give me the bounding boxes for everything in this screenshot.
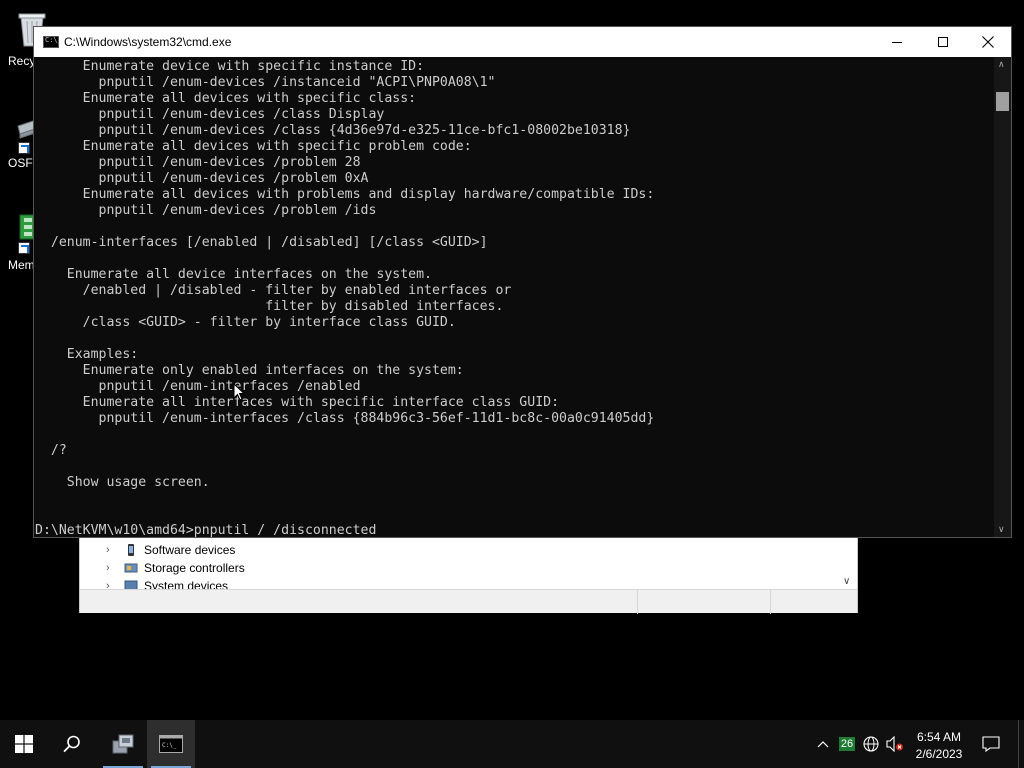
console-text: Enumerate device with specific instance … bbox=[35, 59, 655, 537]
show-hidden-icons-button[interactable] bbox=[812, 720, 834, 768]
search-icon bbox=[63, 735, 80, 753]
windows-logo-icon bbox=[15, 735, 33, 753]
desktop-icon-label: Mem bbox=[8, 258, 35, 272]
speaker-muted-icon bbox=[886, 736, 903, 752]
close-button[interactable] bbox=[965, 27, 1011, 57]
action-center-button[interactable] bbox=[976, 720, 1006, 768]
chevron-up-icon bbox=[817, 741, 829, 748]
tree-item-software-devices[interactable]: › Software devices bbox=[106, 541, 235, 559]
statusbar-divider bbox=[770, 590, 771, 614]
device-manager-window[interactable]: › Software devices › Storage controllers… bbox=[79, 536, 858, 614]
device-tree-scrollbar[interactable]: ∨ bbox=[840, 537, 857, 589]
tree-item-label: Storage controllers bbox=[144, 561, 245, 575]
cmd-window-title: C:\Windows\system32\cmd.exe bbox=[64, 35, 232, 49]
close-icon bbox=[982, 36, 994, 48]
tray-badge-value: 26 bbox=[838, 737, 856, 751]
cmd-window[interactable]: C:\_ C:\Windows\system32\cmd.exe Enumera… bbox=[33, 26, 1012, 538]
clock-date: 2/6/2023 bbox=[915, 747, 963, 761]
svg-text:C:\_: C:\_ bbox=[162, 742, 177, 749]
tree-item-storage-controllers[interactable]: › Storage controllers bbox=[106, 559, 245, 577]
network-tray-button[interactable] bbox=[861, 720, 881, 768]
expand-chevron-icon[interactable]: › bbox=[106, 562, 118, 574]
taskbar-clock[interactable]: 6:54 AM 2/6/2023 bbox=[908, 729, 970, 763]
taskbar-cmd[interactable]: C:\_ bbox=[147, 720, 195, 768]
globe-icon bbox=[863, 736, 879, 752]
maximize-button[interactable] bbox=[920, 27, 966, 57]
shortcut-arrow-icon bbox=[18, 242, 30, 254]
scroll-up-icon[interactable]: ∧ bbox=[998, 59, 1005, 70]
software-devices-icon bbox=[128, 544, 134, 556]
desktop-icon-label: OSFI bbox=[8, 156, 37, 170]
notification-icon bbox=[982, 736, 1000, 752]
shortcut-arrow-icon bbox=[18, 142, 30, 154]
storage-controllers-icon bbox=[124, 563, 138, 573]
maximize-icon bbox=[938, 37, 948, 47]
system-devices-icon bbox=[124, 580, 138, 589]
device-tree[interactable]: › Software devices › Storage controllers… bbox=[80, 537, 842, 589]
expand-chevron-icon[interactable]: › bbox=[106, 580, 118, 589]
scroll-down-icon[interactable]: ∨ bbox=[998, 524, 1005, 535]
minimize-icon bbox=[892, 41, 902, 43]
show-desktop-button[interactable] bbox=[1018, 720, 1024, 768]
tree-item-label: Software devices bbox=[144, 543, 236, 557]
taskbar: C:\_ 26 6:54 AM 2/6/2023 bbox=[0, 720, 1024, 768]
cmd-icon: C:\_ bbox=[159, 735, 183, 753]
search-button[interactable] bbox=[48, 720, 96, 768]
clock-time: 6:54 AM bbox=[916, 730, 962, 744]
tray-badge[interactable]: 26 bbox=[837, 720, 857, 768]
desktop-icon-label: Recy bbox=[8, 54, 36, 68]
expand-chevron-icon[interactable]: › bbox=[106, 544, 118, 556]
cmd-app-icon: C:\_ bbox=[43, 36, 62, 48]
console-output[interactable]: Enumerate device with specific instance … bbox=[34, 57, 994, 537]
minimize-button[interactable] bbox=[874, 27, 920, 57]
tree-item-system-devices[interactable]: › System devices bbox=[106, 577, 228, 589]
tree-item-label: System devices bbox=[144, 579, 229, 589]
scrollbar-thumb[interactable] bbox=[996, 92, 1009, 111]
start-button[interactable] bbox=[0, 720, 48, 768]
console-scrollbar[interactable]: ∧ ∨ bbox=[994, 57, 1011, 537]
cmd-titlebar[interactable]: C:\_ C:\Windows\system32\cmd.exe bbox=[34, 27, 1011, 57]
desktop: Recy OSFI Mem › Software devices › Stora… bbox=[0, 0, 1024, 720]
statusbar-divider bbox=[637, 590, 638, 614]
taskbar-device-manager[interactable] bbox=[99, 720, 147, 768]
mouse-cursor-icon bbox=[233, 383, 245, 401]
device-manager-statusbar bbox=[80, 589, 857, 614]
device-manager-icon bbox=[112, 734, 134, 754]
volume-tray-button[interactable] bbox=[884, 720, 906, 768]
scroll-down-icon[interactable]: ∨ bbox=[843, 576, 850, 587]
